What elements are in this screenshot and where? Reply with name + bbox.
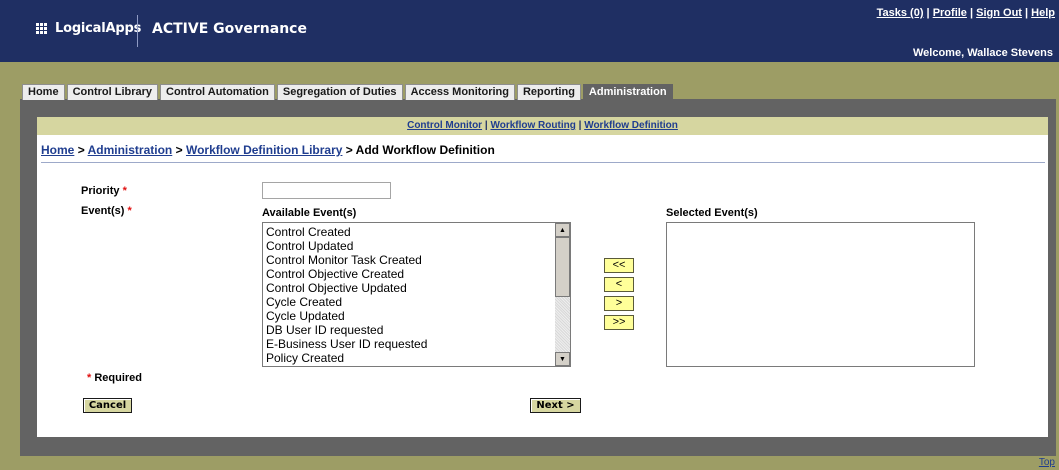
list-item[interactable]: Cycle Updated	[266, 309, 427, 323]
main-panel: Control Monitor | Workflow Routing | Wor…	[37, 117, 1048, 437]
subnav-workflow-routing[interactable]: Workflow Routing	[490, 120, 575, 131]
profile-link[interactable]: Profile	[933, 7, 967, 19]
app-header: LogicalApps ACTIVE Governance Tasks (0) …	[0, 0, 1059, 62]
breadcrumb-administration[interactable]: Administration	[88, 143, 173, 157]
required-asterisk: *	[122, 185, 127, 197]
breadcrumb-current: Add Workflow Definition	[355, 143, 495, 157]
remove-all-button[interactable]: >>	[604, 315, 634, 330]
link-separator: |	[969, 7, 974, 19]
welcome-message: Welcome, Wallace Stevens	[912, 47, 1053, 59]
link-separator: |	[926, 7, 930, 19]
vertical-scrollbar[interactable]: ▲ ▼	[555, 223, 570, 366]
list-item[interactable]: Control Updated	[266, 239, 427, 253]
list-item[interactable]: Policy Created	[266, 351, 427, 365]
main-tabs: Home Control Library Control Automation …	[22, 84, 675, 101]
list-item[interactable]: Control Objective Updated	[266, 281, 427, 295]
breadcrumb-rule	[41, 162, 1045, 163]
required-note: * Required	[87, 372, 143, 384]
subnav-workflow-definition[interactable]: Workflow Definition	[584, 120, 678, 131]
breadcrumb: Home > Administration > Workflow Definit…	[41, 143, 495, 157]
add-button[interactable]: <	[604, 277, 634, 292]
priority-label: Priority *	[81, 185, 127, 197]
tab-segregation-of-duties[interactable]: Segregation of Duties	[276, 84, 403, 100]
top-link[interactable]: Top	[1039, 457, 1055, 468]
breadcrumb-home[interactable]: Home	[41, 143, 74, 157]
tab-home[interactable]: Home	[22, 84, 65, 100]
list-item[interactable]: DB User ID requested	[266, 323, 427, 337]
required-asterisk: *	[87, 372, 92, 384]
help-link[interactable]: Help	[1031, 7, 1055, 19]
subnav-separator: |	[578, 120, 582, 131]
next-button[interactable]: Next >	[530, 398, 581, 413]
selected-events-label: Selected Event(s)	[666, 207, 758, 219]
product-name: ACTIVE Governance	[152, 21, 307, 37]
add-all-button[interactable]: <<	[604, 258, 634, 273]
breadcrumb-separator: >	[77, 143, 85, 157]
scroll-track[interactable]	[555, 297, 570, 352]
sign-out-link[interactable]: Sign Out	[976, 7, 1022, 19]
list-item[interactable]: Control Created	[266, 225, 427, 239]
scroll-down-icon[interactable]: ▼	[555, 352, 570, 366]
tab-reporting[interactable]: Reporting	[516, 84, 581, 100]
breadcrumb-separator: >	[345, 143, 353, 157]
list-item[interactable]: Control Monitor Task Created	[266, 253, 427, 267]
available-events-list[interactable]: Control Created Control Updated Control …	[262, 222, 571, 367]
top-links: Tasks (0) | Profile | Sign Out | Help	[877, 7, 1055, 19]
header-divider	[137, 15, 138, 47]
sub-navigation: Control Monitor | Workflow Routing | Wor…	[37, 117, 1048, 135]
scroll-thumb[interactable]	[555, 237, 570, 297]
tab-administration[interactable]: Administration	[582, 84, 673, 101]
available-events-label: Available Event(s)	[262, 207, 357, 219]
logo-text: LogicalApps	[55, 21, 142, 36]
breadcrumb-separator: >	[175, 143, 183, 157]
logicalapps-logo: LogicalApps	[36, 21, 141, 36]
list-item[interactable]: E-Business User ID requested	[266, 337, 427, 351]
subnav-control-monitor[interactable]: Control Monitor	[407, 120, 482, 131]
list-item[interactable]: Cycle Created	[266, 295, 427, 309]
tab-access-monitoring[interactable]: Access Monitoring	[404, 84, 515, 100]
scroll-up-icon[interactable]: ▲	[555, 223, 570, 237]
selected-events-list[interactable]	[666, 222, 975, 367]
cancel-button[interactable]: Cancel	[83, 398, 132, 413]
tab-control-automation[interactable]: Control Automation	[160, 84, 275, 100]
priority-input[interactable]	[262, 182, 391, 199]
events-label: Event(s) *	[81, 205, 132, 217]
list-item[interactable]: Control Objective Created	[266, 267, 427, 281]
tasks-link[interactable]: Tasks (0)	[877, 7, 924, 19]
subnav-separator: |	[484, 120, 488, 131]
grid-logo-icon	[36, 23, 49, 34]
remove-button[interactable]: >	[604, 296, 634, 311]
tab-control-library[interactable]: Control Library	[66, 84, 159, 100]
link-separator: |	[1025, 7, 1029, 19]
required-asterisk: *	[127, 205, 132, 217]
breadcrumb-workflow-definition-library[interactable]: Workflow Definition Library	[186, 143, 342, 157]
